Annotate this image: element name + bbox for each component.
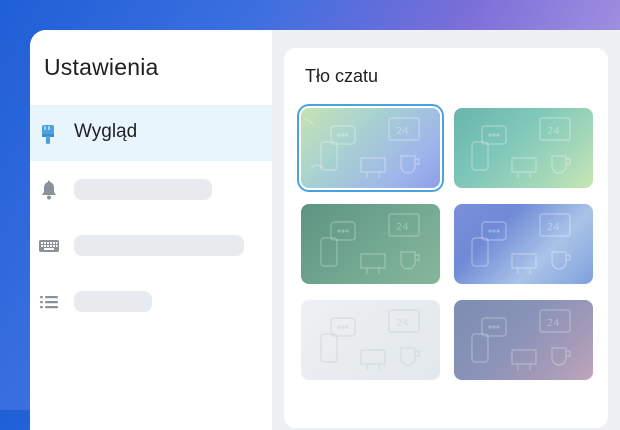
content-area: Tło czatu 24 24 24 24 24 24: [272, 30, 620, 430]
svg-text:24: 24: [547, 126, 560, 137]
svg-text:24: 24: [396, 318, 409, 329]
doodle-pattern: 24: [320, 213, 420, 274]
wallpaper-tile[interactable]: 24: [454, 204, 593, 284]
wallpaper-tile[interactable]: 24: [301, 108, 440, 188]
settings-window: Ustawienia Wygląd Tło czatu 24 24 24 24 …: [30, 30, 620, 430]
sidebar-title: Ustawienia: [44, 54, 159, 80]
sidebar-item-keyboard[interactable]: [30, 217, 272, 273]
wallpaper-tile[interactable]: 24: [301, 204, 440, 284]
sidebar-item-placeholder: [74, 235, 244, 256]
bell-icon: [38, 179, 60, 201]
sidebar-item-placeholder: [74, 179, 212, 200]
wallpaper-tile[interactable]: 24: [454, 300, 593, 380]
svg-text:24: 24: [547, 318, 560, 329]
doodle-pattern: 24: [471, 309, 571, 370]
sidebar-item-placeholder: [74, 291, 152, 312]
wallpaper-tile[interactable]: 24: [454, 108, 593, 188]
keyboard-icon: [38, 235, 60, 257]
sidebar-item-list[interactable]: [30, 273, 272, 329]
svg-text:24: 24: [547, 222, 560, 233]
doodle-pattern: 24: [471, 117, 571, 178]
doodle-pattern: 24: [304, 117, 420, 178]
svg-text:24: 24: [396, 126, 409, 137]
sidebar-item-notifications[interactable]: [30, 161, 272, 217]
sidebar-item-appearance[interactable]: Wygląd: [30, 105, 272, 161]
sidebar: Ustawienia Wygląd: [30, 30, 272, 410]
list-icon: [38, 291, 60, 313]
chat-background-panel: Tło czatu 24 24 24 24 24 24: [284, 48, 608, 428]
wallpaper-tile[interactable]: 24: [301, 300, 440, 380]
sidebar-item-label: Wygląd: [74, 121, 138, 142]
doodle-pattern: 24: [320, 309, 420, 370]
svg-text:24: 24: [396, 222, 409, 233]
doodle-pattern: 24: [471, 213, 571, 274]
panel-title: Tło czatu: [305, 66, 379, 86]
brush-icon: [38, 123, 60, 145]
